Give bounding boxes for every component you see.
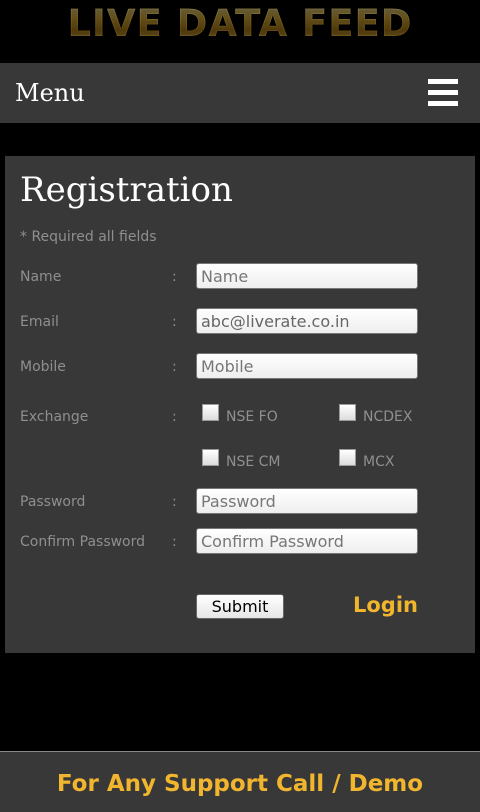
checkbox-nse-fo[interactable]	[202, 404, 219, 421]
site-header: LIVE DATA FEED	[0, 0, 480, 63]
hamburger-icon[interactable]	[428, 79, 458, 107]
colon: :	[172, 359, 177, 375]
checkbox-label-nse-fo: NSE FO	[226, 409, 278, 425]
confirm-password-label: Confirm Password	[20, 534, 146, 550]
login-link[interactable]: Login	[353, 591, 418, 619]
checkbox-label-nse-cm: NSE CM	[226, 454, 281, 470]
exchange-label: Exchange	[20, 409, 89, 425]
colon: :	[172, 409, 177, 425]
hamburger-bar	[428, 90, 458, 95]
password-field[interactable]	[196, 488, 418, 514]
hamburger-bar	[428, 101, 458, 106]
colon: :	[172, 269, 177, 285]
support-link[interactable]: For Any Support Call / Demo	[0, 768, 480, 800]
checkbox-mcx[interactable]	[339, 449, 356, 466]
email-field[interactable]	[196, 308, 418, 334]
name-field[interactable]	[196, 263, 418, 289]
required-note: * Required all fields	[20, 229, 157, 245]
menu-bar: Menu	[0, 63, 480, 123]
submit-button[interactable]: Submit	[196, 594, 284, 619]
menu-label[interactable]: Menu	[15, 79, 85, 107]
mobile-label: Mobile	[20, 359, 66, 375]
colon: :	[172, 314, 177, 330]
email-label: Email	[20, 314, 59, 330]
checkbox-nse-cm[interactable]	[202, 449, 219, 466]
confirm-password-field[interactable]	[196, 528, 418, 554]
page-title: Registration	[20, 170, 233, 210]
hamburger-bar	[428, 79, 458, 84]
checkbox-ncdex[interactable]	[339, 404, 356, 421]
colon: :	[172, 494, 177, 510]
colon: :	[172, 534, 177, 550]
checkbox-label-ncdex: NCDEX	[363, 409, 413, 425]
name-label: Name	[20, 269, 62, 285]
checkbox-label-mcx: MCX	[363, 454, 395, 470]
site-logo-title: LIVE DATA FEED	[67, 2, 413, 45]
password-label: Password	[20, 494, 86, 510]
mobile-field[interactable]	[196, 353, 418, 379]
